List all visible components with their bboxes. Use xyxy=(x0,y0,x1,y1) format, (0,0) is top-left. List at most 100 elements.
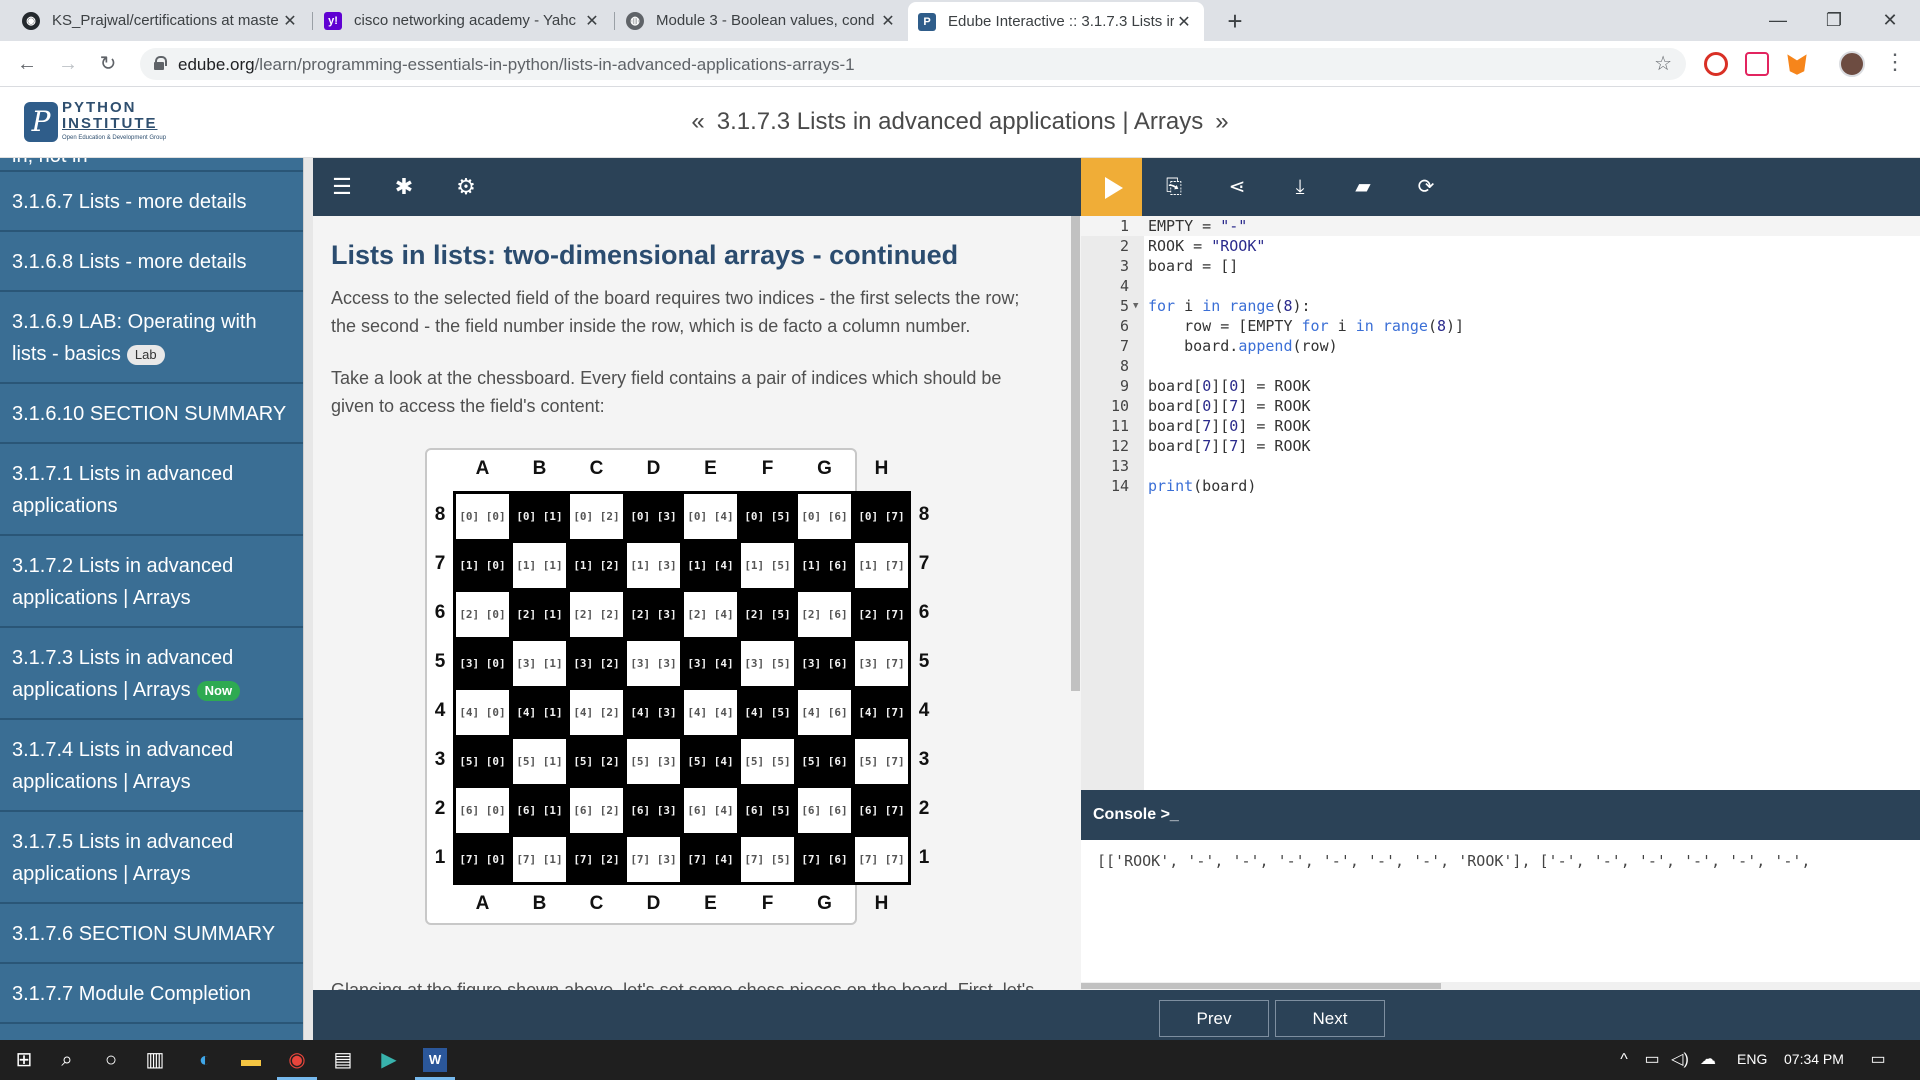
browser-menu-icon[interactable]: ⋮ xyxy=(1884,49,1906,75)
windows-start-icon[interactable]: ⊞ xyxy=(12,1048,36,1072)
code-line[interactable]: 6 row = [EMPTY for i in range(8)] xyxy=(1081,316,1920,336)
metamask-extension-icon[interactable] xyxy=(1787,54,1807,75)
open-folder-icon[interactable]: ▰ xyxy=(1350,174,1376,200)
close-tab-icon[interactable]: ✕ xyxy=(1174,12,1194,32)
back-icon[interactable]: ← xyxy=(12,49,42,79)
sidebar-item[interactable]: 3.1.7.5 Lists in advanced applications |… xyxy=(0,812,303,904)
lesson-scrollbar-thumb[interactable] xyxy=(1071,216,1080,691)
edge-icon[interactable]: ◐ xyxy=(193,1048,217,1072)
previous-chapter-icon[interactable]: « xyxy=(691,108,704,135)
adblock-extension-icon[interactable] xyxy=(1704,52,1728,76)
code-line[interactable]: 4 xyxy=(1081,276,1920,296)
onedrive-icon[interactable]: ☁ xyxy=(1696,1048,1720,1072)
code-line[interactable]: 10 board[0][7] = ROOK xyxy=(1081,396,1920,416)
share-icon[interactable]: ⋖ xyxy=(1224,174,1250,200)
search-icon[interactable]: ⌕ xyxy=(55,1048,79,1072)
lesson-paragraph: Take a look at the chessboard. Every fie… xyxy=(331,368,1002,416)
code-line[interactable]: 1 EMPTY = "-" xyxy=(1081,216,1920,236)
board-square: [6] [5] xyxy=(741,788,794,833)
sidebar-item[interactable]: 3.1.7.4 Lists in advanced applications |… xyxy=(0,720,303,812)
download-icon[interactable]: ⤓ xyxy=(1287,174,1313,200)
sidebar-item-lab[interactable]: 3.1.6.9 LAB: Operating with lists - basi… xyxy=(0,292,303,384)
profile-avatar[interactable] xyxy=(1839,51,1865,77)
board-row-label: 8 xyxy=(434,504,446,525)
network-icon[interactable]: ▭ xyxy=(1640,1048,1664,1072)
sidebar-item-current[interactable]: 3.1.7.3 Lists in advanced applications |… xyxy=(0,628,303,720)
tab-title: Module 3 - Boolean values, cond xyxy=(656,12,875,29)
word-icon[interactable]: W xyxy=(423,1048,447,1072)
sidebar-item[interactable]: 3.1.7.2 Lists in advanced applications |… xyxy=(0,536,303,628)
code-line[interactable]: 9 board[0][0] = ROOK xyxy=(1081,376,1920,396)
code-line[interactable]: 12 board[7][7] = ROOK xyxy=(1081,436,1920,456)
board-row-label: 6 xyxy=(434,602,446,623)
tray-expand-icon[interactable]: ^ xyxy=(1612,1048,1636,1072)
code-line[interactable]: 13 xyxy=(1081,456,1920,476)
code-line[interactable]: 5 ▼ for i in range(8): xyxy=(1081,296,1920,316)
browser-tab-edube[interactable]: P Edube Interactive :: 3.1.7.3 Lists ir … xyxy=(908,2,1204,41)
sidebar-item[interactable]: 3.1.7.1 Lists in advanced applications xyxy=(0,444,303,536)
bug-report-icon[interactable]: ✱ xyxy=(391,174,417,200)
console-output-panel[interactable]: [['ROOK', '-', '-', '-', '-', '-', '-', … xyxy=(1081,840,1920,982)
volume-icon[interactable]: ◁) xyxy=(1668,1048,1692,1072)
board-square: [4] [4] xyxy=(684,690,737,735)
clock[interactable]: 07:34 PM xyxy=(1784,1051,1844,1067)
browser-tab-strip: ◉ KS_Prajwal/certifications at maste ✕ y… xyxy=(0,0,1920,41)
browser-tab-yahoo[interactable]: y! cisco networking academy - Yahc ✕ xyxy=(314,0,612,41)
store-icon[interactable]: ▤ xyxy=(331,1048,355,1072)
sidebar-item[interactable]: 3.1.6.8 Lists - more details xyxy=(0,232,303,292)
sidebar-item[interactable]: in, not in xyxy=(0,158,303,172)
code-line[interactable]: 3 board = [] xyxy=(1081,256,1920,276)
new-tab-button[interactable]: + xyxy=(1220,6,1250,36)
logo-subtitle: Open Education & Development Group xyxy=(62,135,167,141)
code-line[interactable]: 11 board[7][0] = ROOK xyxy=(1081,416,1920,436)
prev-button[interactable]: Prev xyxy=(1159,1000,1269,1037)
forward-icon[interactable]: → xyxy=(53,49,83,79)
code-line[interactable]: 2 ROOK = "ROOK" xyxy=(1081,236,1920,256)
code-line[interactable]: 14 print(board) xyxy=(1081,476,1920,496)
browser-tab-module3[interactable]: ◍ Module 3 - Boolean values, cond ✕ xyxy=(616,0,908,41)
sidebar-item[interactable]: 3.1.6.7 Lists - more details xyxy=(0,172,303,232)
sidebar-item[interactable]: 3.1.7.6 SECTION SUMMARY xyxy=(0,904,303,964)
next-button[interactable]: Next xyxy=(1275,1000,1385,1037)
sidebar-resize-handle[interactable] xyxy=(303,158,313,1040)
board-square: [5] [5] xyxy=(741,739,794,784)
fold-arrow-icon[interactable]: ▼ xyxy=(1133,296,1138,316)
board-square: [1] [4] xyxy=(684,543,737,588)
language-indicator[interactable]: ENG xyxy=(1737,1051,1767,1067)
close-tab-icon[interactable]: ✕ xyxy=(878,11,898,31)
copy-icon[interactable]: ⎘ xyxy=(1161,174,1187,200)
next-chapter-icon[interactable]: » xyxy=(1215,108,1228,135)
close-tab-icon[interactable]: ✕ xyxy=(280,11,300,31)
address-bar[interactable]: edube.org/learn/programming-essentials-i… xyxy=(140,48,1686,80)
run-button[interactable] xyxy=(1081,158,1142,216)
task-view-icon[interactable]: ▥ xyxy=(143,1048,167,1072)
pocket-extension-icon[interactable] xyxy=(1745,52,1769,76)
sidebar-item[interactable]: 3.1.6.10 SECTION SUMMARY xyxy=(0,384,303,444)
code-editor[interactable]: 1 EMPTY = "-" 2 ROOK = "ROOK" 3 board = [] … xyxy=(1081,216,1920,790)
lab-badge: Lab xyxy=(126,344,165,365)
reset-icon[interactable]: ⟳ xyxy=(1413,174,1439,200)
file-explorer-icon[interactable]: ▬ xyxy=(239,1048,263,1072)
hamburger-menu-icon[interactable]: ☰ xyxy=(329,174,355,200)
cortana-icon[interactable]: ○ xyxy=(99,1048,123,1072)
close-window-icon[interactable]: ✕ xyxy=(1862,0,1918,41)
restore-icon[interactable]: ❐ xyxy=(1806,0,1862,41)
console-scrollbar-thumb[interactable] xyxy=(1081,983,1441,989)
notifications-icon[interactable]: ▭ xyxy=(1866,1048,1890,1072)
minimize-icon[interactable]: — xyxy=(1750,0,1806,41)
close-tab-icon[interactable]: ✕ xyxy=(582,11,602,31)
now-badge: Now xyxy=(196,680,241,701)
python-institute-logo[interactable]: P xyxy=(24,102,58,142)
settings-gear-icon[interactable]: ⚙ xyxy=(453,174,479,200)
code-line[interactable]: 8 xyxy=(1081,356,1920,376)
url-text[interactable]: edube.org/learn/programming-essentials-i… xyxy=(178,55,855,75)
browser-tab-github[interactable]: ◉ KS_Prajwal/certifications at maste ✕ xyxy=(12,0,310,41)
chrome-icon[interactable]: ◉ xyxy=(285,1048,309,1072)
board-row-label: 2 xyxy=(918,798,930,819)
reload-icon[interactable]: ↻ xyxy=(93,49,123,79)
terminal-app-icon[interactable]: ▶ xyxy=(377,1048,401,1072)
sidebar-item[interactable]: 3.1.7.7 Module Completion xyxy=(0,964,303,1024)
code-line[interactable]: 7 board.append(row) xyxy=(1081,336,1920,356)
board-square: [2] [3] xyxy=(627,592,680,637)
bookmark-star-icon[interactable]: ☆ xyxy=(1654,51,1672,76)
